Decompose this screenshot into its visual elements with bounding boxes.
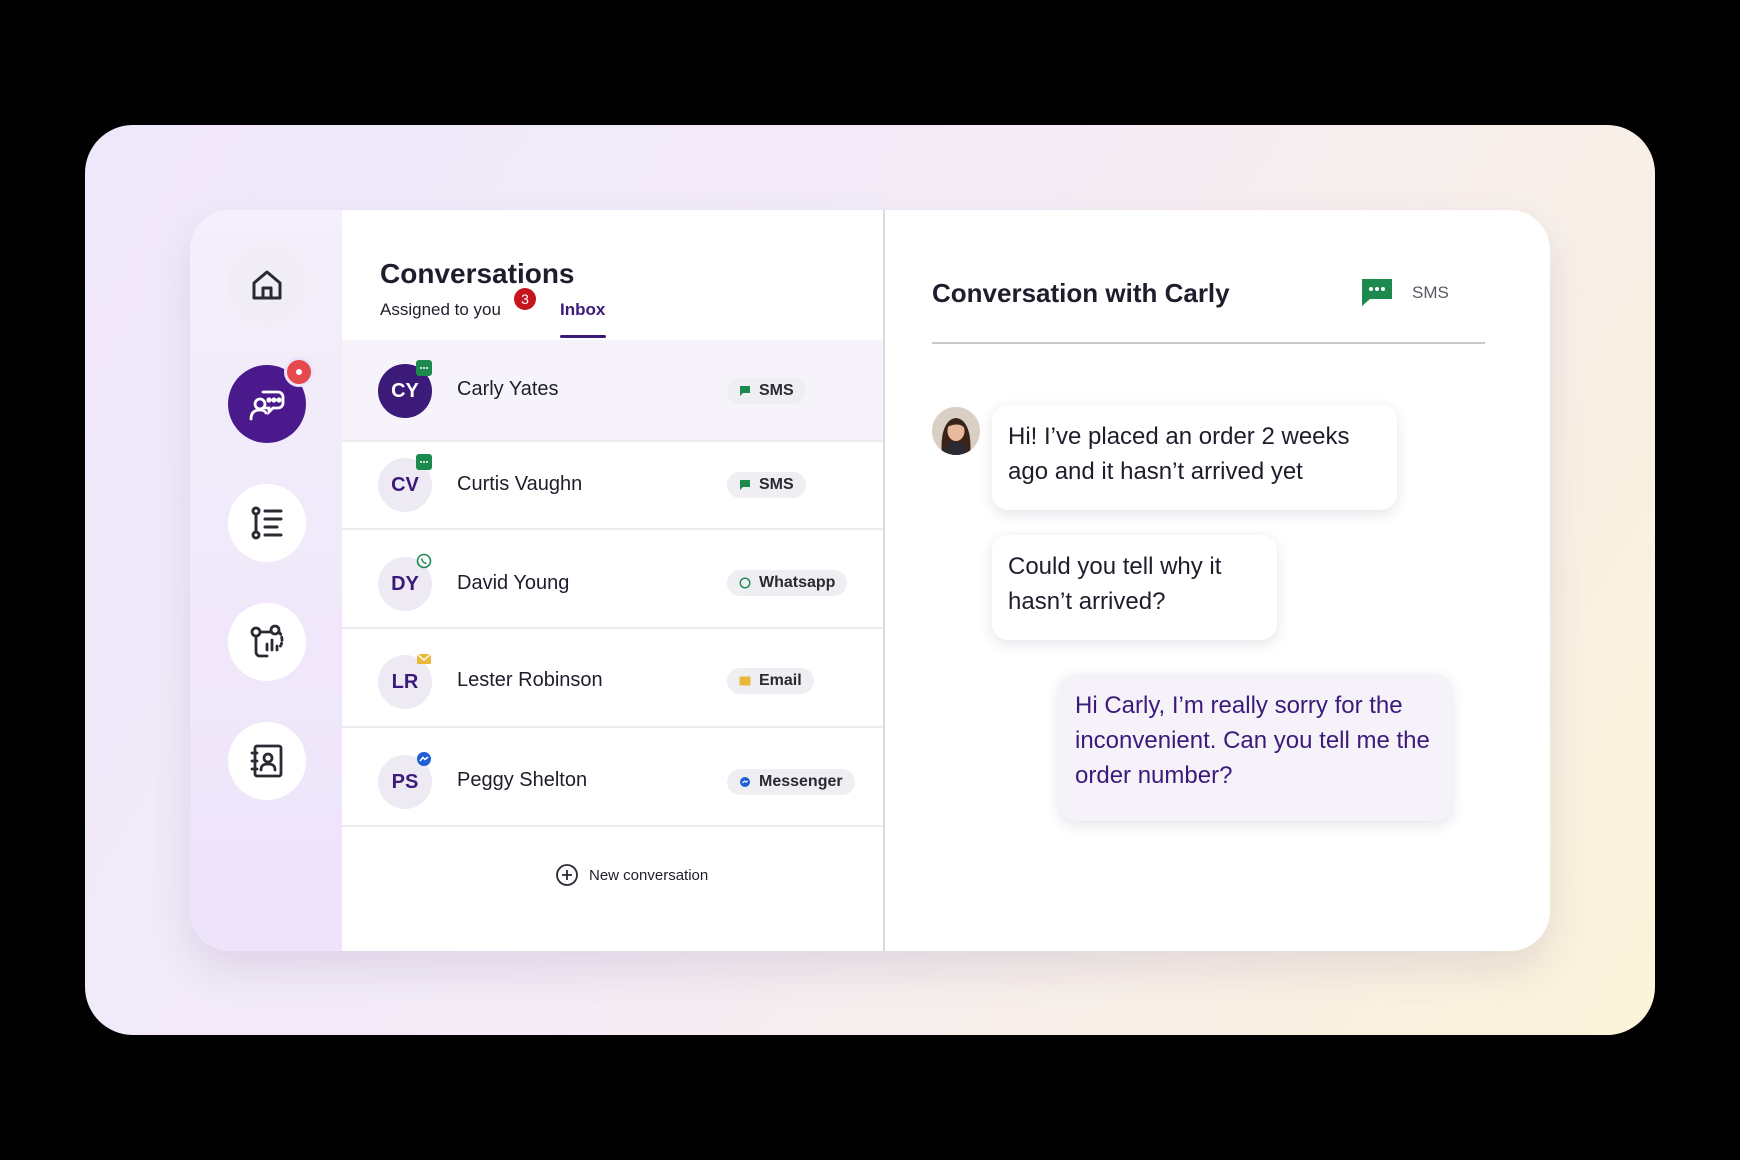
channel-chip: SMS [727,378,806,404]
chat-title: Conversation with Carly [932,278,1230,308]
channel-label: Whatsapp [759,574,836,591]
chat-support-icon [249,390,285,421]
nav-contacts-button[interactable] [228,722,306,800]
conversation-row-peggy-shelton[interactable]: PS Peggy Shelton Messenger [342,728,883,827]
nav-conversations-button[interactable] [228,357,314,443]
assigned-count-badge: 3 [514,288,536,310]
nav-rail [190,210,342,951]
conversation-row-lester-robinson[interactable]: LR Lester Robinson Email [342,629,883,728]
nav-home-button[interactable] [228,246,306,324]
channel-chip: Messenger [727,769,855,795]
contact-avatar-photo [932,407,980,455]
chat-channel-label: SMS [1412,283,1449,302]
tab-inbox[interactable]: Inbox [560,300,605,320]
active-tab-indicator [560,335,606,338]
nav-tasks-button[interactable] [228,484,306,562]
sms-icon [739,385,751,397]
sms-icon [416,454,432,470]
messenger-icon [739,776,751,788]
channel-label: SMS [759,382,794,399]
sms-icon [1362,279,1392,306]
new-conversation-label: New conversation [589,866,709,884]
sms-icon [739,479,751,491]
home-icon [252,270,282,300]
channel-label: Messenger [759,773,843,790]
chat-header-divider [932,342,1485,344]
plus-circle-icon [556,864,578,886]
email-icon [416,651,432,667]
nav-analytics-button[interactable] [228,603,306,681]
channel-label: Email [759,672,802,689]
messenger-icon [416,751,432,767]
list-icon [251,506,283,540]
contact-name: David Young [457,572,570,594]
flow-analytics-icon [250,624,284,658]
email-icon [739,675,751,687]
contact-book-icon [250,744,283,778]
tab-assigned-to-you[interactable]: Assigned to you [380,300,501,320]
conversation-row-david-young[interactable]: DY David Young Whatsapp [342,530,883,629]
message-bubble-outgoing: Hi Carly, I’m really sorry for the incon… [1059,674,1452,821]
new-conversation-button[interactable]: New conversation [555,863,708,887]
contact-name: Curtis Vaughn [457,473,583,495]
whatsapp-icon [416,553,432,569]
message-bubble-incoming: Hi! I’ve placed an order 2 weeks ago and… [992,405,1397,510]
conversation-row-curtis-vaughn[interactable]: CV Curtis Vaughn SMS [342,442,883,530]
contact-name: Lester Robinson [457,669,603,691]
contact-name: Peggy Shelton [457,769,588,791]
channel-label: SMS [759,476,794,493]
channel-chip: SMS [727,472,806,498]
chat-panel: Conversation with Carly SMS Hi! I’ve pla… [885,210,1550,951]
conversations-panel: Conversations Assigned to you 3 Inbox CY… [342,210,885,951]
message-bubble-incoming: Could you tell why it hasn’t arrived? [992,535,1277,640]
channel-chip: Email [727,668,814,694]
sms-icon [416,360,432,376]
whatsapp-icon [739,577,751,589]
contact-name: Carly Yates [457,378,559,400]
conversations-title: Conversations [380,258,575,289]
channel-chip: Whatsapp [727,570,848,596]
app-window: Conversations Assigned to you 3 Inbox CY… [190,210,1550,951]
conversation-row-carly-yates[interactable]: CY Carly Yates SMS [342,340,883,442]
notification-dot [284,357,314,387]
